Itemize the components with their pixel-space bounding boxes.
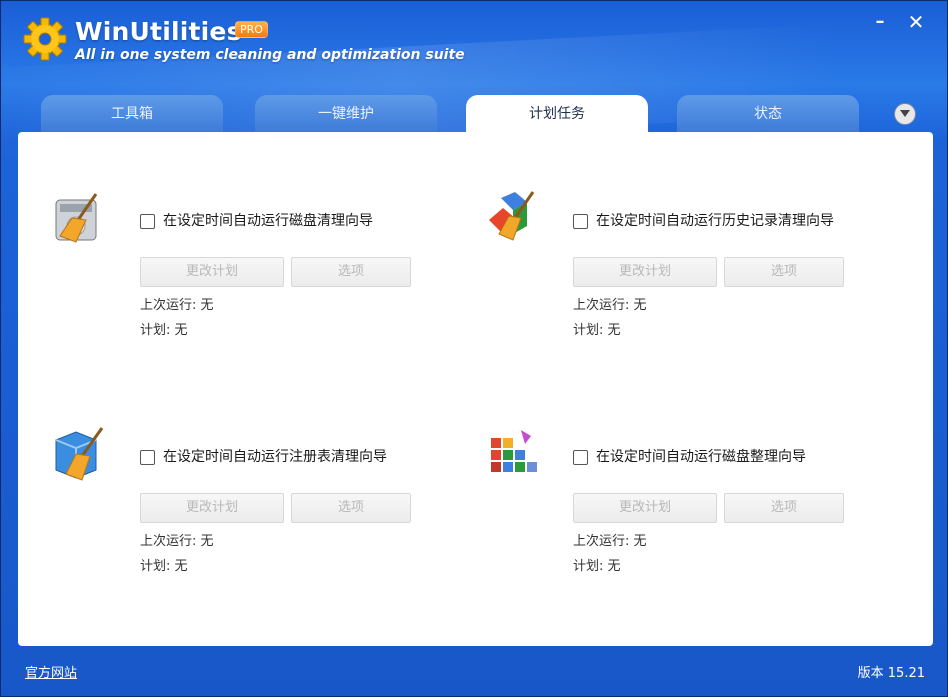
registry-cleanup-label: 在设定时间自动运行注册表清理向导 xyxy=(163,449,387,465)
disk-defrag-checkbox[interactable] xyxy=(573,450,588,465)
history-cleanup-options-button[interactable]: 选项 xyxy=(724,257,844,287)
history-cleanup-schedule: 计划: 无 xyxy=(573,323,621,338)
disk-cleanup-schedule: 计划: 无 xyxy=(140,323,188,338)
registry-cleanup-checkbox[interactable] xyxy=(140,450,155,465)
pro-badge: PRO xyxy=(235,21,268,38)
history-cleanup-icon xyxy=(489,191,535,241)
history-cleanup-change-schedule-button[interactable]: 更改计划 xyxy=(573,257,717,287)
task-disk-cleanup: 在设定时间自动运行磁盘清理向导 更改计划 选项 上次运行: 无 计划: 无 xyxy=(52,190,432,360)
disk-cleanup-checkbox[interactable] xyxy=(140,214,155,229)
minimize-button[interactable]: – xyxy=(869,13,891,33)
task-disk-defrag: 在设定时间自动运行磁盘整理向导 更改计划 选项 上次运行: 无 计划: 无 xyxy=(485,426,865,596)
scheduled-tasks-panel: 在设定时间自动运行磁盘清理向导 更改计划 选项 上次运行: 无 计划: 无 在设… xyxy=(18,132,933,646)
app-title: WinUtilities xyxy=(75,17,242,46)
tab-one-click-maintenance[interactable]: 一键维护 xyxy=(255,95,437,133)
registry-cleanup-icon xyxy=(55,427,104,481)
official-website-link[interactable]: 官方网站 xyxy=(25,662,77,681)
version-label: 版本 15.21 xyxy=(857,666,925,681)
tab-bar: 工具箱 一键维护 计划任务 状态 xyxy=(41,95,861,135)
registry-cleanup-schedule: 计划: 无 xyxy=(140,559,188,574)
disk-cleanup-icon xyxy=(55,193,98,243)
registry-cleanup-change-schedule-button[interactable]: 更改计划 xyxy=(140,493,284,523)
dropdown-menu-button[interactable] xyxy=(894,103,916,125)
tab-status[interactable]: 状态 xyxy=(677,95,859,133)
disk-defrag-options-button[interactable]: 选项 xyxy=(724,493,844,523)
disk-defrag-last-run: 上次运行: 无 xyxy=(573,534,647,549)
disk-cleanup-last-run: 上次运行: 无 xyxy=(140,298,214,313)
disk-cleanup-label: 在设定时间自动运行磁盘清理向导 xyxy=(163,213,373,229)
registry-cleanup-options-button[interactable]: 选项 xyxy=(291,493,411,523)
registry-cleanup-last-run: 上次运行: 无 xyxy=(140,534,214,549)
history-cleanup-checkbox[interactable] xyxy=(573,214,588,229)
disk-cleanup-options-button[interactable]: 选项 xyxy=(291,257,411,287)
history-cleanup-last-run: 上次运行: 无 xyxy=(573,298,647,313)
gear-logo-icon xyxy=(23,17,67,61)
chevron-down-icon xyxy=(900,110,910,117)
disk-defrag-icon xyxy=(491,430,537,472)
disk-defrag-change-schedule-button[interactable]: 更改计划 xyxy=(573,493,717,523)
app-window: WinUtilities PRO All in one system clean… xyxy=(0,0,948,697)
task-registry-cleanup: 在设定时间自动运行注册表清理向导 更改计划 选项 上次运行: 无 计划: 无 xyxy=(52,426,432,596)
history-cleanup-label: 在设定时间自动运行历史记录清理向导 xyxy=(596,213,834,229)
close-button[interactable]: ✕ xyxy=(905,12,927,33)
disk-defrag-schedule: 计划: 无 xyxy=(573,559,621,574)
app-subtitle: All in one system cleaning and optimizat… xyxy=(75,47,465,63)
tab-toolbox[interactable]: 工具箱 xyxy=(41,95,223,133)
tab-scheduled-tasks[interactable]: 计划任务 xyxy=(466,95,648,135)
disk-defrag-label: 在设定时间自动运行磁盘整理向导 xyxy=(596,449,806,465)
disk-cleanup-change-schedule-button[interactable]: 更改计划 xyxy=(140,257,284,287)
task-history-cleanup: 在设定时间自动运行历史记录清理向导 更改计划 选项 上次运行: 无 计划: 无 xyxy=(485,190,865,360)
